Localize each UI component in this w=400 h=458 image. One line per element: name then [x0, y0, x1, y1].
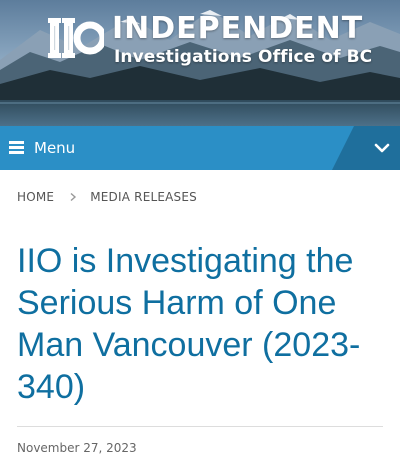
logo-title[interactable]: INDEPENDENT	[112, 12, 363, 46]
iio-logo-icon[interactable]	[48, 14, 104, 62]
hamburger-icon[interactable]	[9, 141, 24, 154]
breadcrumb: HOME MEDIA RELEASES	[17, 188, 197, 206]
publish-date: November 27, 2023	[17, 441, 137, 455]
chevron-right-icon	[70, 192, 77, 202]
menu-toggle-button[interactable]	[332, 126, 400, 170]
menu-button-label[interactable]: Menu	[34, 137, 75, 159]
breadcrumb-home-link[interactable]: HOME	[17, 190, 54, 204]
page-title: IIO is Investigating the Serious Harm of…	[17, 242, 361, 406]
main-menu-bar[interactable]: Menu	[0, 126, 400, 170]
breadcrumb-media-releases-link[interactable]: MEDIA RELEASES	[90, 190, 197, 204]
site-header: INDEPENDENT Investigations Office of BC	[0, 0, 400, 126]
logo-subtitle[interactable]: Investigations Office of BC	[114, 46, 372, 68]
divider	[17, 426, 383, 427]
